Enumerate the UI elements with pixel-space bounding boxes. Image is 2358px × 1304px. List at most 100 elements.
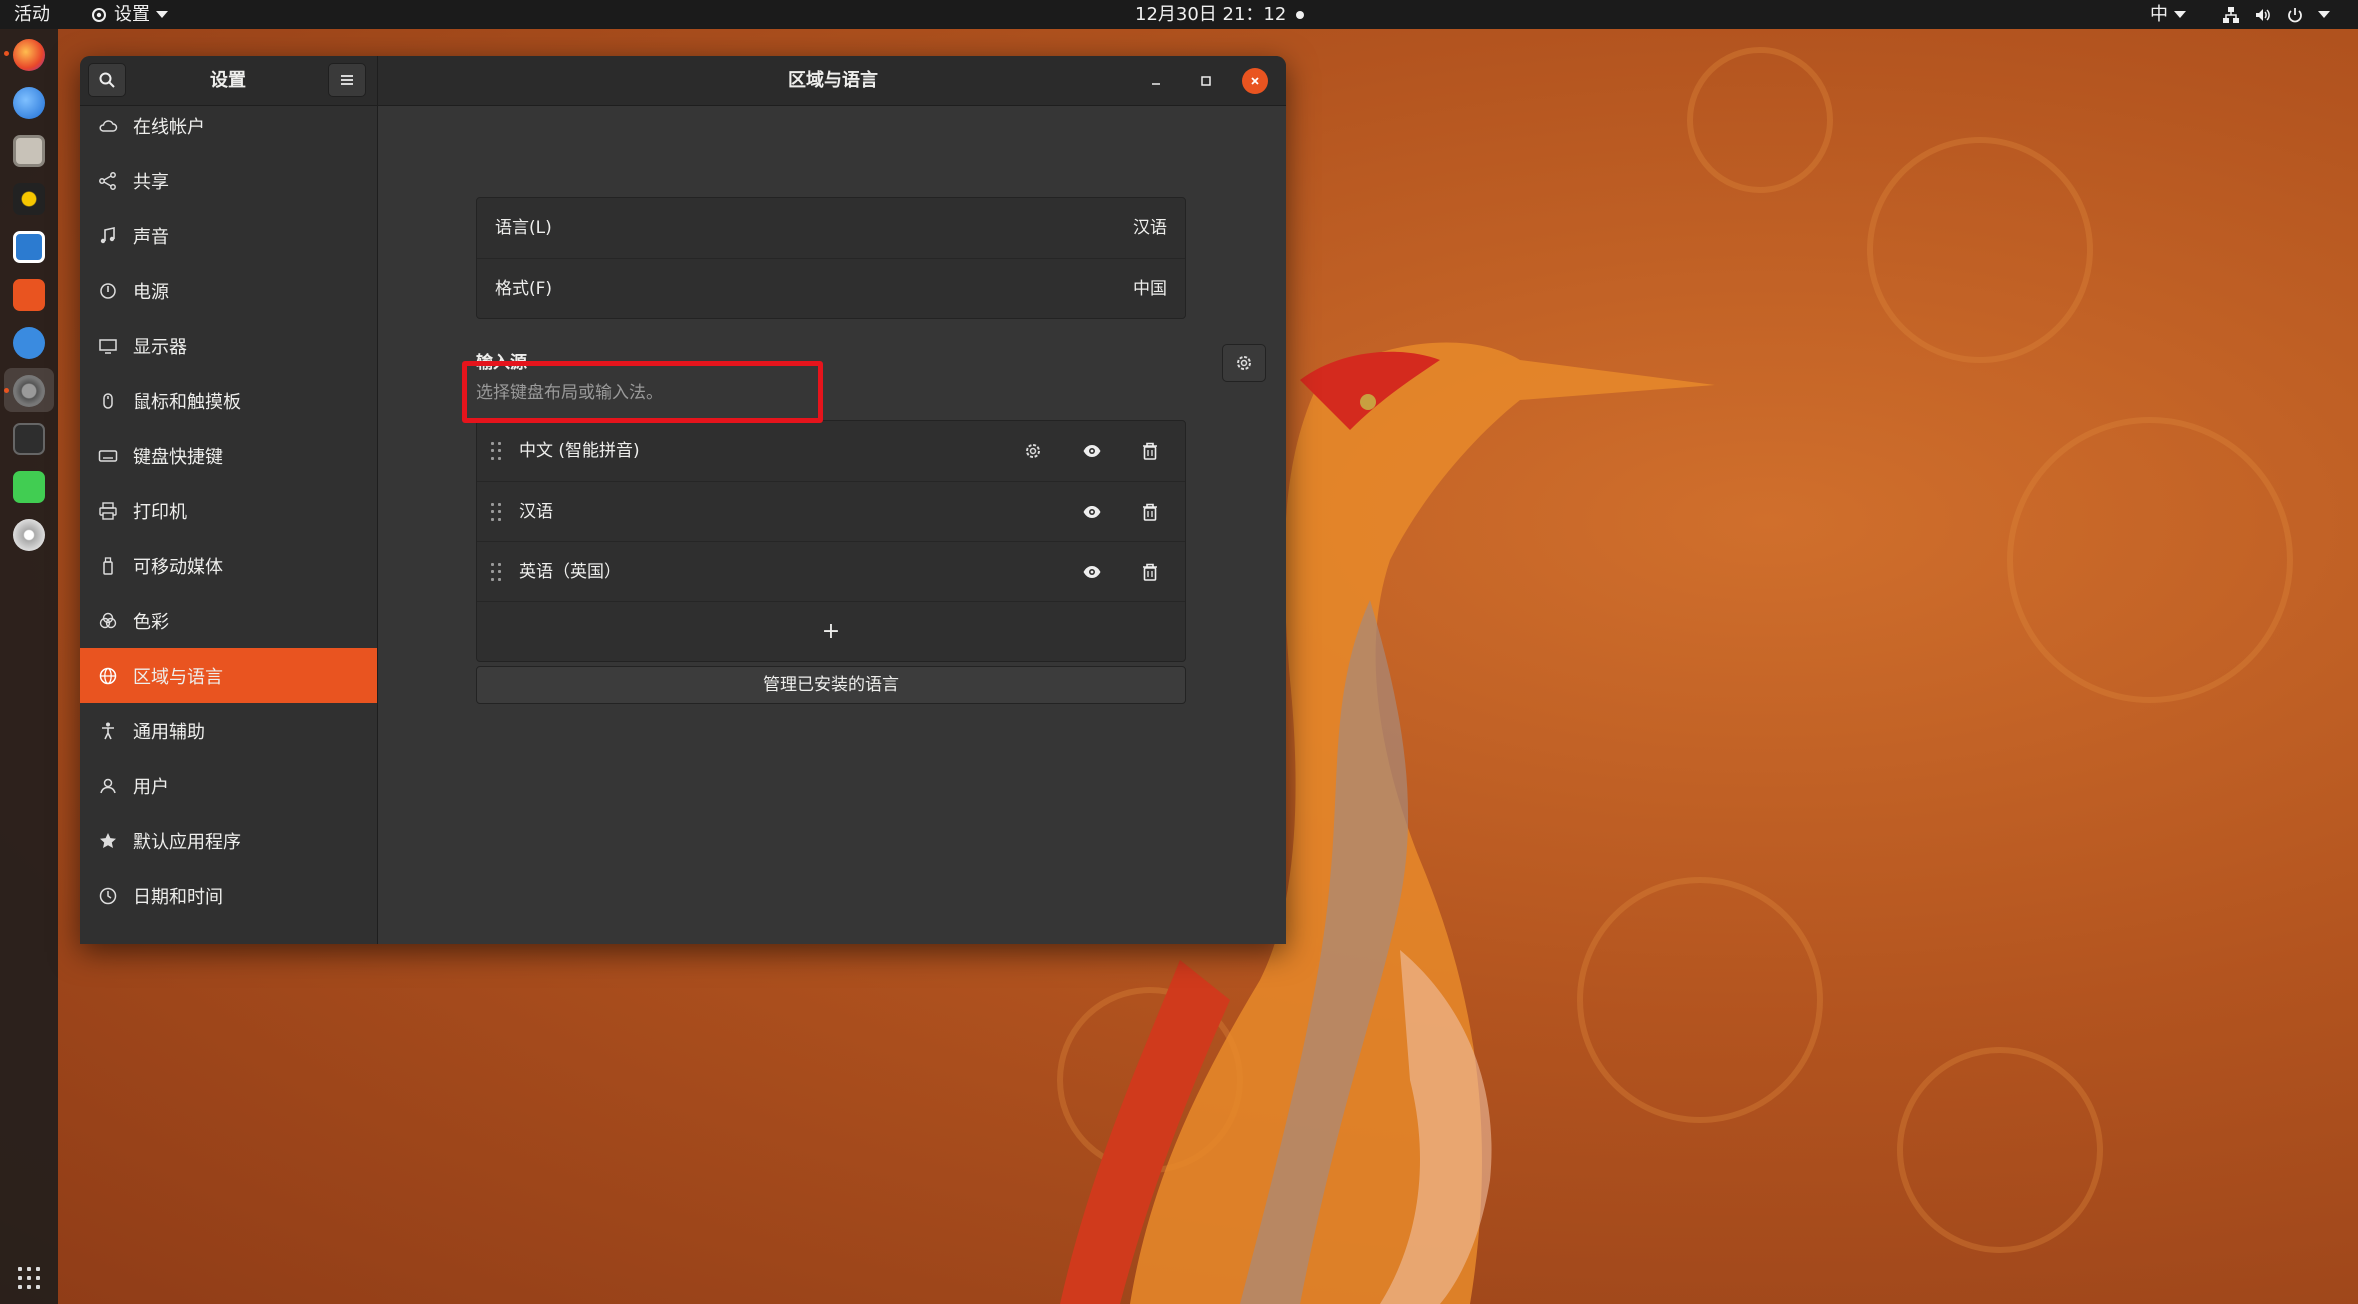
help-icon[interactable]: [13, 327, 45, 359]
add-input-source-button[interactable]: +: [477, 601, 1185, 661]
input-source-row[interactable]: 英语（英国）: [477, 541, 1185, 601]
thunderbird-icon[interactable]: [13, 87, 45, 119]
chevron-down-icon: [2318, 11, 2330, 18]
input-source-preview-button[interactable]: [1074, 433, 1110, 469]
input-source-label: 英语（英国）: [519, 562, 621, 582]
sidebar-item-accessibility[interactable]: 通用辅助: [80, 703, 377, 758]
app-menu[interactable]: 设置: [90, 0, 168, 29]
sidebar-item-removable-media[interactable]: 可移动媒体: [80, 538, 377, 593]
maximize-button[interactable]: [1193, 68, 1219, 94]
region-language-panel: 语言(L) 汉语 格式(F) 中国 输入源 选择键盘布局或输入法。 中文 (智能…: [378, 106, 1286, 944]
firefox-icon[interactable]: [13, 39, 45, 71]
sidebar-item-users[interactable]: 用户: [80, 758, 377, 813]
chevron-down-icon: [2174, 11, 2186, 18]
sidebar-item-color[interactable]: 色彩: [80, 593, 377, 648]
gear-icon: [92, 7, 106, 22]
chevron-down-icon: [156, 11, 168, 18]
rhythmbox-icon[interactable]: [13, 183, 45, 215]
trash-icon: [1143, 442, 1157, 460]
gear-icon: [1237, 356, 1251, 370]
activities-button[interactable]: 活动: [14, 0, 50, 29]
format-value: 中国: [1133, 279, 1167, 299]
display-icon: [98, 336, 118, 356]
input-method-indicator[interactable]: 中: [2150, 0, 2186, 29]
manage-installed-languages-button[interactable]: 管理已安装的语言: [476, 666, 1186, 704]
removable-media-icon: [98, 556, 118, 576]
minimize-button[interactable]: [1143, 68, 1169, 94]
dock: [0, 29, 58, 1304]
input-source-remove-button[interactable]: [1132, 433, 1168, 469]
language-value: 汉语: [1133, 218, 1167, 238]
sidebar-item-label: 鼠标和触摸板: [133, 391, 241, 413]
sidebar-item-label: 区域与语言: [133, 666, 223, 688]
input-source-settings-button[interactable]: [1015, 433, 1051, 469]
sidebar-item-printers[interactable]: 打印机: [80, 483, 377, 538]
sidebar-item-power[interactable]: 电源: [80, 263, 377, 318]
clock[interactable]: 12月30日 21：12: [1135, 0, 1286, 29]
language-row[interactable]: 语言(L) 汉语: [477, 198, 1185, 258]
sidebar-item-sound[interactable]: 声音: [80, 208, 377, 263]
hamburger-icon: [341, 75, 353, 85]
trash-icon: [1143, 563, 1157, 581]
star-icon: [98, 831, 118, 851]
drag-handle-icon[interactable]: [491, 563, 501, 581]
disc-icon[interactable]: [13, 519, 45, 551]
writer-icon[interactable]: [13, 231, 45, 263]
input-source-preview-button[interactable]: [1074, 494, 1110, 530]
sidebar-item-label: 默认应用程序: [133, 831, 241, 853]
sidebar-item-default-apps[interactable]: 默认应用程序: [80, 813, 377, 868]
input-source-label: 中文 (智能拼音): [519, 441, 640, 461]
sidebar-item-region-language[interactable]: 区域与语言: [80, 648, 377, 703]
settings-icon[interactable]: [13, 375, 45, 407]
sidebar-title: 设置: [210, 70, 246, 91]
terminal-icon[interactable]: [13, 423, 45, 455]
close-icon: [1251, 77, 1259, 85]
menu-button[interactable]: [328, 63, 366, 97]
cloud-icon: [98, 116, 118, 136]
input-sources-subtitle: 选择键盘布局或输入法。: [476, 383, 663, 403]
sidebar-item-mouse[interactable]: 鼠标和触摸板: [80, 373, 377, 428]
sidebar-header: 设置: [80, 56, 378, 106]
sidebar-item-label: 声音: [133, 226, 169, 248]
gear-icon: [1026, 444, 1040, 458]
format-label: 格式(F): [495, 279, 553, 299]
sidebar-item-label: 色彩: [133, 611, 169, 633]
volume-icon: [2256, 8, 2270, 21]
maximize-icon: [1201, 76, 1211, 86]
sidebar-item-label: 用户: [133, 776, 169, 798]
sidebar-item-keyboard[interactable]: 键盘快捷键: [80, 428, 377, 483]
sidebar-item-label: 通用辅助: [133, 721, 205, 743]
input-source-preview-button[interactable]: [1074, 554, 1110, 590]
files-icon[interactable]: [13, 135, 45, 167]
running-indicator: [4, 388, 9, 393]
grid-icon[interactable]: [18, 1267, 40, 1289]
input-source-remove-button[interactable]: [1132, 554, 1168, 590]
globe-icon: [98, 666, 118, 686]
input-source-remove-button[interactable]: [1132, 494, 1168, 530]
app-menu-label: 设置: [114, 4, 150, 25]
input-source-row[interactable]: 中文 (智能拼音): [477, 421, 1185, 481]
search-button[interactable]: [88, 63, 126, 97]
color-icon: [98, 611, 118, 631]
format-row[interactable]: 格式(F) 中国: [477, 258, 1185, 318]
language-label: 语言(L): [495, 218, 552, 238]
keyboard-icon: [98, 446, 118, 466]
drag-handle-icon[interactable]: [491, 503, 501, 521]
drag-handle-icon[interactable]: [491, 442, 501, 460]
sidebar-item-displays[interactable]: 显示器: [80, 318, 377, 373]
power-icon: [98, 281, 118, 301]
system-tray[interactable]: [2222, 0, 2330, 29]
sidebar-item-label: 打印机: [133, 501, 187, 523]
input-source-row[interactable]: 汉语: [477, 481, 1185, 541]
input-sources-options-button[interactable]: [1222, 344, 1266, 382]
power-icon: [2288, 7, 2302, 22]
header-bar: 设置 区域与语言: [80, 56, 1286, 106]
sidebar-item-date-time[interactable]: 日期和时间: [80, 868, 377, 923]
qt-creator-icon[interactable]: [13, 471, 45, 503]
software-icon[interactable]: [13, 279, 45, 311]
close-button[interactable]: [1242, 68, 1268, 94]
sidebar-item-label: 可移动媒体: [133, 556, 223, 578]
minimize-icon: [1152, 83, 1160, 85]
sidebar-item-online-accounts[interactable]: 在线帐户: [80, 106, 377, 153]
sidebar-item-sharing[interactable]: 共享: [80, 153, 377, 208]
